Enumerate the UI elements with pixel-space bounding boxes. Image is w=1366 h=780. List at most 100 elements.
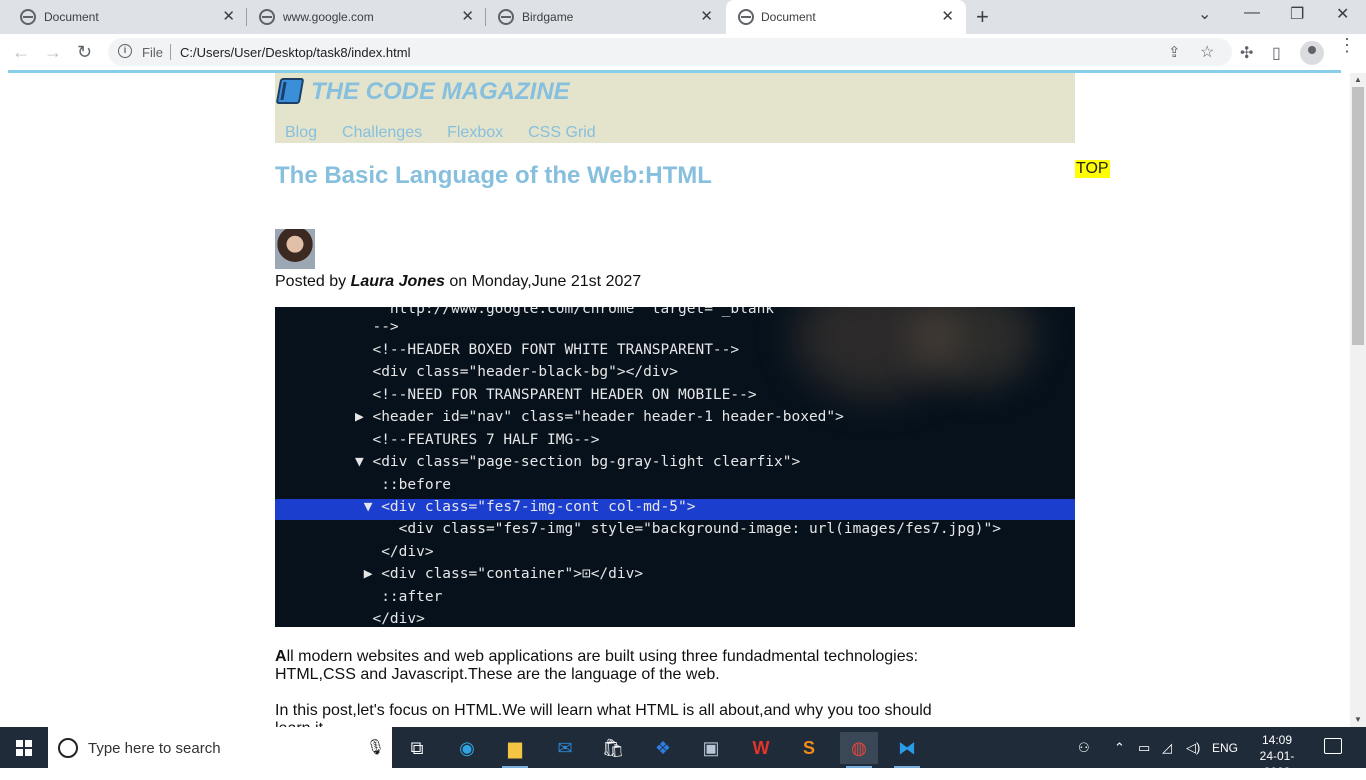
volume-icon[interactable]: ◁) (1186, 740, 1200, 756)
code-line: <div class="fes7-img" style="background-… (355, 521, 1002, 537)
extensions-icon[interactable]: ✣ (1240, 43, 1253, 63)
site-header: THE CODE MAGAZINE Blog Challenges Flexbo… (275, 73, 1075, 143)
reload-icon[interactable]: ↻ (77, 42, 92, 63)
language-indicator[interactable]: ENG (1212, 741, 1238, 755)
code-line: <!--FEATURES 7 HALF IMG--> (355, 432, 600, 448)
address-url[interactable]: C:/Users/User/Desktop/task8/index.html (180, 45, 410, 60)
file-explorer-icon[interactable]: ▆ (496, 732, 534, 768)
address-divider (170, 44, 171, 60)
tab-title: www.google.com (283, 10, 374, 24)
code-line: "http://www.google.com/chrome" target="_… (355, 307, 783, 317)
search-placeholder: Type here to search (88, 740, 221, 757)
post-title: The Basic Language of the Web:HTML (275, 162, 712, 189)
forward-arrow-icon[interactable]: → (44, 42, 62, 63)
tab-search-chevron-icon[interactable]: ⌄ (1198, 4, 1211, 24)
intro-paragraph: All modern websites and web applications… (275, 648, 935, 684)
drop-cap: A (275, 648, 287, 665)
clock-time: 14:09 (1261, 733, 1293, 747)
windows-taskbar: Type here to search 🎙 ⧉ ◉ ▆ ✉ 🛍 ❖ ▣ W S … (0, 727, 1366, 779)
nav-link-css-grid[interactable]: CSS Grid (528, 124, 596, 142)
chrome-icon[interactable]: ◍ (840, 732, 878, 768)
people-icon[interactable]: ⚇ (1078, 740, 1090, 756)
notifications-icon[interactable] (1324, 738, 1342, 754)
book-icon (275, 78, 305, 104)
globe-icon (738, 9, 754, 25)
info-icon[interactable]: i (118, 44, 132, 58)
store-icon[interactable]: 🛍 (594, 732, 632, 764)
address-bar[interactable]: i File C:/Users/User/Desktop/task8/index… (108, 38, 1232, 66)
globe-icon (20, 9, 36, 25)
tray-chevron-icon[interactable]: ⌃ (1114, 740, 1125, 756)
side-panel-icon[interactable]: ▯ (1272, 43, 1281, 63)
close-icon[interactable]: ✕ (700, 7, 713, 25)
new-tab-icon[interactable]: + (976, 4, 989, 30)
code-line: </div> (355, 611, 425, 627)
site-nav: Blog Challenges Flexbox CSS Grid (285, 124, 596, 142)
profile-avatar-icon[interactable] (1300, 41, 1324, 65)
tab-document-1[interactable]: Document ✕ (0, 0, 247, 34)
vscode-icon[interactable]: ⧓ (888, 732, 926, 768)
close-icon[interactable]: ✕ (222, 7, 235, 25)
code-line: ▼ <div class="fes7-img-cont col-md-5"> (355, 499, 696, 515)
code-line: </div> (355, 544, 434, 560)
code-line: ▶ <div class="container">⊡</div> (355, 566, 644, 582)
nav-link-blog[interactable]: Blog (285, 124, 317, 142)
nav-link-challenges[interactable]: Challenges (342, 124, 422, 142)
task-view-icon[interactable]: ⧉ (398, 732, 436, 764)
mail-icon[interactable]: ✉ (546, 732, 584, 764)
hero-code-image: "http://www.google.com/chrome" target="_… (275, 307, 1075, 627)
sublime-text-icon[interactable]: S (790, 732, 828, 764)
page-viewport: THE CODE MAGAZINE Blog Challenges Flexbo… (0, 73, 1350, 727)
close-icon[interactable]: ✕ (941, 7, 954, 25)
browser-toolbar: ← → ↻ i File C:/Users/User/Desktop/task8… (0, 34, 1366, 70)
cortana-icon (58, 738, 78, 758)
scheme-label: File (142, 45, 163, 60)
tab-title: Document (761, 10, 816, 24)
byline-prefix: Posted by (275, 273, 351, 290)
browser-tab-strip: Document ✕ www.google.com ✕ Birdgame ✕ D… (0, 0, 1366, 34)
bookmark-star-icon[interactable]: ☆ (1200, 42, 1214, 62)
minimize-icon[interactable]: — (1244, 4, 1260, 22)
dropbox-icon[interactable]: ❖ (644, 732, 682, 764)
battery-icon[interactable]: ▭ (1138, 740, 1150, 756)
clock-date: 24-01-2023 (1259, 749, 1295, 779)
code-line: ::after (355, 589, 443, 605)
tab-title: Document (44, 10, 99, 24)
top-link[interactable]: TOP (1075, 160, 1110, 178)
scroll-up-icon[interactable]: ▲ (1354, 75, 1362, 84)
code-line: --> (355, 319, 399, 335)
code-line: <!--NEED FOR TRANSPARENT HEADER ON MOBIL… (355, 387, 757, 403)
magazine-title: THE CODE MAGAZINE (311, 78, 570, 105)
menu-kebab-icon[interactable]: ⋮ (1338, 36, 1356, 54)
system-clock[interactable]: 14:09 24-01-2023 (1250, 732, 1304, 780)
scroll-down-icon[interactable]: ▼ (1354, 715, 1362, 724)
microphone-icon[interactable]: 🎙 (366, 738, 385, 756)
code-line: ▶ <header id="nav" class="header header-… (355, 409, 844, 425)
scrollbar-thumb[interactable] (1352, 87, 1364, 345)
intro-text: ll modern websites and web applications … (275, 648, 919, 683)
tab-google[interactable]: www.google.com ✕ (239, 0, 486, 34)
wifi-icon[interactable]: ◿ (1162, 740, 1172, 756)
share-icon[interactable]: ⇪ (1168, 43, 1181, 61)
globe-icon (498, 9, 514, 25)
tab-birdgame[interactable]: Birdgame ✕ (478, 0, 725, 34)
back-arrow-icon[interactable]: ← (12, 42, 30, 63)
restore-icon[interactable]: ❐ (1290, 4, 1304, 24)
code-line: <div class="header-black-bg"></div> (355, 364, 679, 380)
network-tool-icon[interactable]: ▣ (692, 732, 730, 764)
window-close-icon[interactable]: ✕ (1336, 4, 1349, 24)
focus-paragraph: In this post,let's focus on HTML.We will… (275, 702, 932, 727)
tab-title: Birdgame (522, 10, 574, 24)
windows-start-icon[interactable] (16, 740, 32, 756)
author-avatar (275, 229, 315, 269)
nav-link-flexbox[interactable]: Flexbox (447, 124, 503, 142)
close-icon[interactable]: ✕ (461, 7, 474, 25)
taskbar-search-box[interactable]: Type here to search 🎙 (48, 727, 392, 768)
author-name: Laura Jones (350, 273, 445, 290)
edge-icon[interactable]: ◉ (448, 732, 486, 764)
code-line: ::before (355, 477, 452, 493)
tab-document-active[interactable]: Document ✕ (726, 0, 966, 34)
wps-office-icon[interactable]: W (742, 732, 780, 764)
code-line: <!--HEADER BOXED FONT WHITE TRANSPARENT-… (355, 342, 740, 358)
page-scrollbar[interactable]: ▲ ▼ (1350, 73, 1366, 727)
